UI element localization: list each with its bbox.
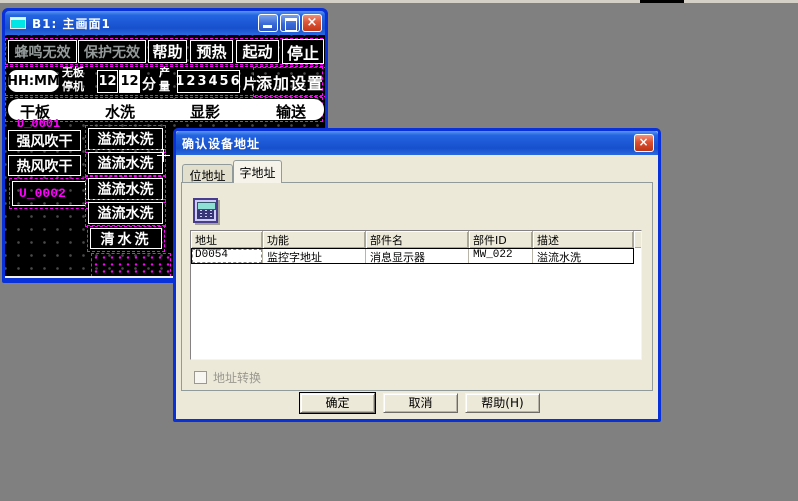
col-header-function[interactable]: 功能 <box>263 231 366 248</box>
hmi-button-overflow-wash-1[interactable]: 溢流水洗 <box>88 128 163 150</box>
cell-function[interactable]: 监控字地址 <box>263 248 366 264</box>
hmi-button-protect-disable[interactable]: 保护无效 <box>78 40 146 63</box>
address-table[interactable]: 地址 功能 部件名 部件ID 描述 D0054 监控字地址 消息显示器 MW_0… <box>190 230 642 360</box>
col-header-filler <box>634 231 642 248</box>
dialog-title: 确认设备地址 <box>182 135 260 152</box>
col-header-description[interactable]: 描述 <box>533 231 634 248</box>
tab-bit-address[interactable]: 位地址 <box>182 164 233 183</box>
toolbar-dark-segment <box>640 0 684 3</box>
cancel-button[interactable]: 取消 <box>383 393 458 413</box>
hmi-button-overflow-wash-3[interactable]: 溢流水洗 <box>88 178 163 200</box>
address-convert-checkbox[interactable] <box>194 371 207 384</box>
part-tag-u0001[interactable]: U_0001 <box>17 117 60 131</box>
crosshair-cursor-icon <box>157 149 170 162</box>
section-wash[interactable]: 水洗 <box>105 101 135 122</box>
maximize-button[interactable] <box>280 14 300 32</box>
hmi-number-field-1[interactable]: 12 <box>97 70 118 93</box>
cell-description[interactable]: 溢流水洗 <box>533 248 634 264</box>
editor-title-bar[interactable]: B1: 主画面1 × <box>5 11 325 35</box>
hmi-button-stop[interactable]: 停止 <box>282 39 324 64</box>
no-plate-line2: 停机 <box>62 80 84 93</box>
editor-window-title: B1: 主画面1 <box>32 15 256 32</box>
close-icon[interactable]: × <box>302 14 322 32</box>
col-header-part-name[interactable]: 部件名 <box>366 231 469 248</box>
hmi-label-no-plate-stop: 无板停机 <box>62 66 84 94</box>
hmi-label-production: 产量 <box>159 66 170 94</box>
address-convert-label: 地址转换 <box>213 369 261 386</box>
cell-part-name[interactable]: 消息显示器 <box>366 248 469 264</box>
help-button[interactable]: 帮助(H) <box>465 393 540 413</box>
hmi-counter-display[interactable]: 123456 <box>177 70 240 93</box>
hmi-button-add-settings[interactable]: 添加设置 <box>256 70 324 94</box>
cell-part-id[interactable]: MW_022 <box>469 248 533 264</box>
hmi-button-overflow-wash-2[interactable]: 溢流水洗 <box>88 152 163 174</box>
hmi-button-buzzer-disable[interactable]: 蜂鸣无效 <box>8 40 77 63</box>
tab-word-address[interactable]: 字地址 <box>233 160 282 183</box>
minimize-button[interactable] <box>258 14 278 32</box>
close-icon[interactable]: × <box>634 134 654 152</box>
hmi-number-field-2[interactable]: 12 <box>119 70 140 93</box>
screen-icon <box>10 17 26 29</box>
dialog-title-bar[interactable]: 确认设备地址 × <box>176 131 658 155</box>
hmi-clock-display[interactable]: HH:MM <box>8 70 59 92</box>
production-line1: 产 <box>159 66 170 79</box>
part-tag-u0002: U_0002 <box>13 186 66 201</box>
calculator-icon[interactable] <box>193 198 218 223</box>
ok-button[interactable]: 确定 <box>300 393 375 413</box>
hmi-label-pieces: 片 <box>243 74 257 94</box>
selection-region <box>91 253 171 277</box>
section-develop[interactable]: 显影 <box>190 101 220 122</box>
hmi-button-hot-air-dry[interactable]: 热风吹干 <box>8 155 81 176</box>
part-tag-u0002-box[interactable]: U_0002 <box>12 181 86 206</box>
word-address-tab-page: 地址 功能 部件名 部件ID 描述 D0054 监控字地址 消息显示器 MW_0… <box>181 182 653 391</box>
hmi-button-preheat[interactable]: 预热 <box>190 40 233 63</box>
hmi-button-help[interactable]: 帮助 <box>148 40 187 63</box>
address-convert-checkbox-row: 地址转换 <box>194 369 261 386</box>
table-header-row: 地址 功能 部件名 部件ID 描述 <box>191 231 641 248</box>
hmi-label-minutes: 分 <box>142 74 156 94</box>
production-line2: 量 <box>159 80 170 93</box>
confirm-device-address-dialog: 确认设备地址 × 位地址 字地址 地址 功能 部件名 部件ID 描述 D0054… <box>173 128 661 422</box>
cell-address[interactable]: D0054 <box>191 248 263 264</box>
no-plate-line1: 无板 <box>62 66 84 79</box>
hmi-button-overflow-wash-4[interactable]: 溢流水洗 <box>88 202 163 224</box>
section-transport[interactable]: 输送 <box>276 101 306 122</box>
table-row[interactable]: D0054 监控字地址 消息显示器 MW_022 溢流水洗 <box>191 248 634 264</box>
desktop: { "glyphs": { "close": "×" }, "editor": … <box>0 0 798 501</box>
hmi-button-start[interactable]: 起动 <box>236 40 279 63</box>
hmi-button-clean-wash[interactable]: 清水洗 <box>90 228 162 249</box>
col-header-part-id[interactable]: 部件ID <box>469 231 533 248</box>
hmi-button-strong-air-dry[interactable]: 强风吹干 <box>8 130 81 151</box>
top-toolbar-sliver <box>0 0 798 3</box>
col-header-address[interactable]: 地址 <box>191 231 263 248</box>
